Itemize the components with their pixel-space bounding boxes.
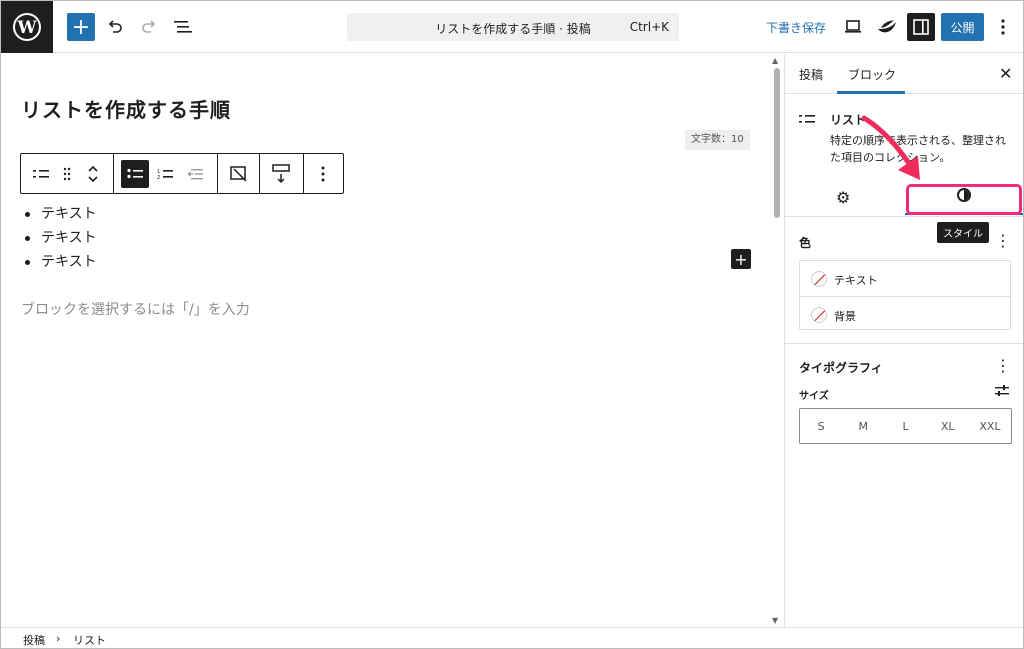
media-text-icon[interactable] xyxy=(225,160,253,188)
block-toolbar: 12 xyxy=(20,153,344,194)
color-panel: 色 ⋮ テキスト 背景 xyxy=(785,220,1023,344)
outdent-icon[interactable] xyxy=(181,160,209,188)
font-size-option[interactable]: S xyxy=(800,409,842,443)
options-menu-icon[interactable] xyxy=(991,13,1015,41)
close-icon[interactable]: ✕ xyxy=(999,64,1012,83)
font-size-option[interactable]: XXL xyxy=(969,409,1011,443)
font-size-label: サイズ xyxy=(799,391,829,402)
block-placeholder[interactable]: ブロックを選択するには「/」を入力 xyxy=(21,299,250,319)
font-size-option[interactable]: XL xyxy=(927,409,969,443)
editor-scrollbar[interactable]: ▲ ▼ xyxy=(770,54,784,627)
block-spacing-icon[interactable] xyxy=(267,160,295,188)
tab-post[interactable]: 投稿 xyxy=(799,66,823,83)
preview-icon[interactable] xyxy=(839,13,867,41)
color-list: テキスト 背景 xyxy=(799,260,1011,330)
toolbar-divider xyxy=(217,154,218,193)
undo-icon[interactable] xyxy=(101,13,129,41)
toolbar-divider xyxy=(113,154,114,193)
top-toolbar: W + リストを作成する手順 · 投稿 Ctrl+K 下書き保存 公開 xyxy=(1,1,1023,53)
unordered-list-icon[interactable] xyxy=(121,160,149,188)
color-options-icon[interactable]: ⋮ xyxy=(995,231,1011,250)
publish-button[interactable]: 公開 xyxy=(941,13,984,41)
typography-panel-title: タイポグラフィ xyxy=(799,361,883,375)
color-text-label: テキスト xyxy=(834,274,878,287)
list-block-icon xyxy=(799,111,817,129)
font-size-toggle-group: S M L XL XXL xyxy=(799,408,1012,444)
drag-handle-icon[interactable] xyxy=(53,160,81,188)
empty-swatch-icon xyxy=(811,271,827,287)
redo-icon[interactable] xyxy=(135,13,163,41)
scroll-thumb[interactable] xyxy=(774,68,780,218)
settings-gear-icon[interactable]: ⚙ xyxy=(836,188,850,207)
list-block-type-icon[interactable] xyxy=(27,160,55,188)
typography-panel: タイポグラフィ ⋮ サイズ S M L XL XXL xyxy=(785,345,1023,455)
settings-sidebar: 投稿 ブロック ✕ リスト 特定の順序で表示される、整理された項目のコレクション… xyxy=(784,54,1023,627)
move-up-down-icon[interactable] xyxy=(79,160,107,188)
scroll-up-arrow-icon[interactable]: ▲ xyxy=(772,56,778,65)
list-block[interactable]: テキスト テキスト テキスト xyxy=(25,202,97,274)
command-palette-button[interactable]: リストを作成する手順 · 投稿 Ctrl+K xyxy=(347,13,679,41)
color-panel-title: 色 xyxy=(799,236,812,250)
font-size-option[interactable]: M xyxy=(842,409,884,443)
breadcrumb-list[interactable]: リスト xyxy=(73,632,106,648)
toolbar-divider xyxy=(303,154,304,193)
color-background-button[interactable]: 背景 xyxy=(800,296,1010,331)
breadcrumb: 投稿 › リスト xyxy=(1,627,1023,648)
jetpack-icon[interactable] xyxy=(873,13,901,41)
color-background-label: 背景 xyxy=(834,310,856,323)
list-item[interactable]: テキスト xyxy=(25,226,97,250)
save-draft-button[interactable]: 下書き保存 xyxy=(766,19,826,36)
shortcut-hint: Ctrl+K xyxy=(629,20,669,34)
svg-text:W: W xyxy=(16,18,37,38)
breadcrumb-post[interactable]: 投稿 xyxy=(23,632,45,648)
inline-add-block-button[interactable]: + xyxy=(731,249,751,269)
empty-swatch-icon xyxy=(811,307,827,323)
block-options-icon[interactable] xyxy=(309,160,337,188)
tab-block[interactable]: ブロック xyxy=(848,66,896,83)
list-item[interactable]: テキスト xyxy=(25,250,97,274)
editor-window: W + リストを作成する手順 · 投稿 Ctrl+K 下書き保存 公開 リストを… xyxy=(0,0,1024,649)
wordpress-logo-icon[interactable]: W xyxy=(1,1,53,53)
post-title[interactable]: リストを作成する手順 xyxy=(21,94,231,123)
sidebar-tabs: 投稿 ブロック ✕ xyxy=(785,54,1023,94)
font-size-option[interactable]: L xyxy=(884,409,926,443)
editor-canvas[interactable]: リストを作成する手順 文字数：10 12 テキスト テキスト テキスト + ブロ… xyxy=(1,54,784,627)
word-count-badge: 文字数：10 xyxy=(685,130,750,150)
svg-text:2: 2 xyxy=(157,175,160,180)
scroll-down-arrow-icon[interactable]: ▼ xyxy=(772,616,778,625)
active-tab-indicator xyxy=(837,91,905,94)
document-overview-icon[interactable] xyxy=(169,13,197,41)
highlight-annotation-box xyxy=(906,184,1022,215)
ordered-list-icon[interactable]: 12 xyxy=(151,160,179,188)
chevron-right-icon: › xyxy=(56,632,61,645)
typography-options-icon[interactable]: ⋮ xyxy=(995,356,1011,375)
color-text-button[interactable]: テキスト xyxy=(800,261,1010,296)
settings-panel-toggle-icon[interactable] xyxy=(907,13,935,41)
annotation-arrow-icon xyxy=(861,115,920,180)
toolbar-divider xyxy=(259,154,260,193)
list-item[interactable]: テキスト xyxy=(25,202,97,226)
add-block-button[interactable]: + xyxy=(67,13,95,41)
custom-size-sliders-icon[interactable] xyxy=(995,385,1009,400)
